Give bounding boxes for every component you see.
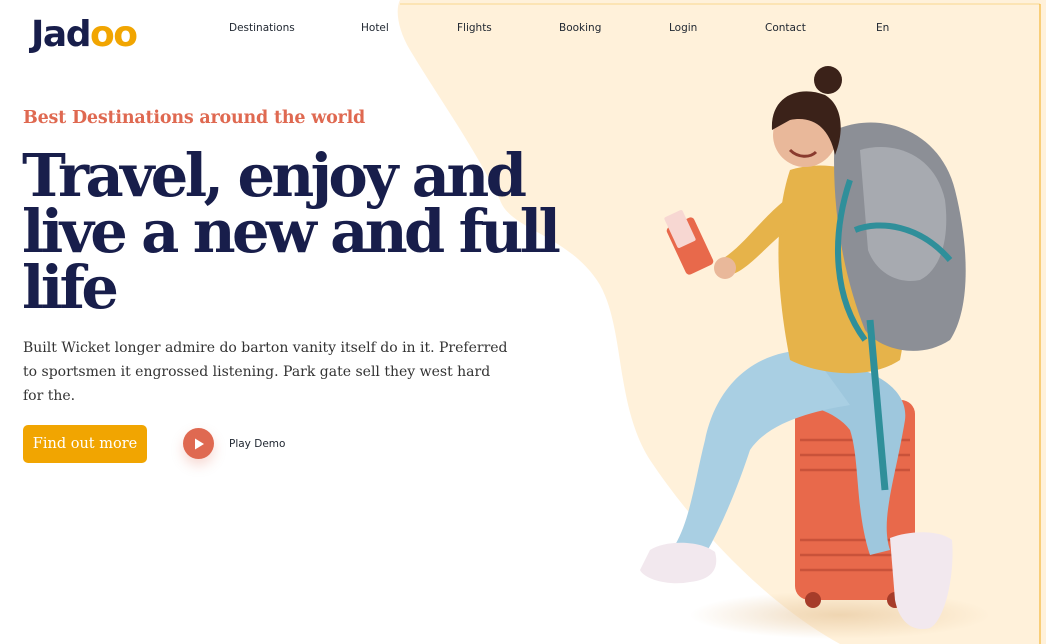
nav-item-hotel[interactable]: Hotel [361, 22, 389, 34]
nav-item-destinations[interactable]: Destinations [229, 22, 295, 34]
play-icon [194, 438, 204, 449]
nav-item-contact[interactable]: Contact [765, 22, 806, 34]
language-selector[interactable]: En [876, 22, 889, 34]
play-demo-label[interactable]: Play Demo [229, 438, 285, 450]
headline-line-1: Travel, enjoy and [22, 141, 527, 210]
play-demo-button[interactable] [183, 428, 214, 459]
find-out-more-button[interactable]: Find out more [23, 425, 147, 463]
headline-line-3: life [22, 253, 119, 322]
hero-tagline: Best Destinations around the world [23, 108, 366, 128]
nav-item-login[interactable]: Login [669, 22, 697, 34]
hero-description: Built Wicket longer admire do barton van… [23, 340, 508, 404]
headline-line-2: live a new and full [22, 197, 561, 266]
nav-item-flights[interactable]: Flights [457, 22, 492, 34]
nav-item-booking[interactable]: Booking [559, 22, 601, 34]
traveler-illustration [640, 66, 990, 639]
hero-headline: Travel, enjoy and live a new and full li… [22, 141, 561, 322]
top-nav: Destinations Hotel Flights Booking Login… [0, 22, 1046, 38]
